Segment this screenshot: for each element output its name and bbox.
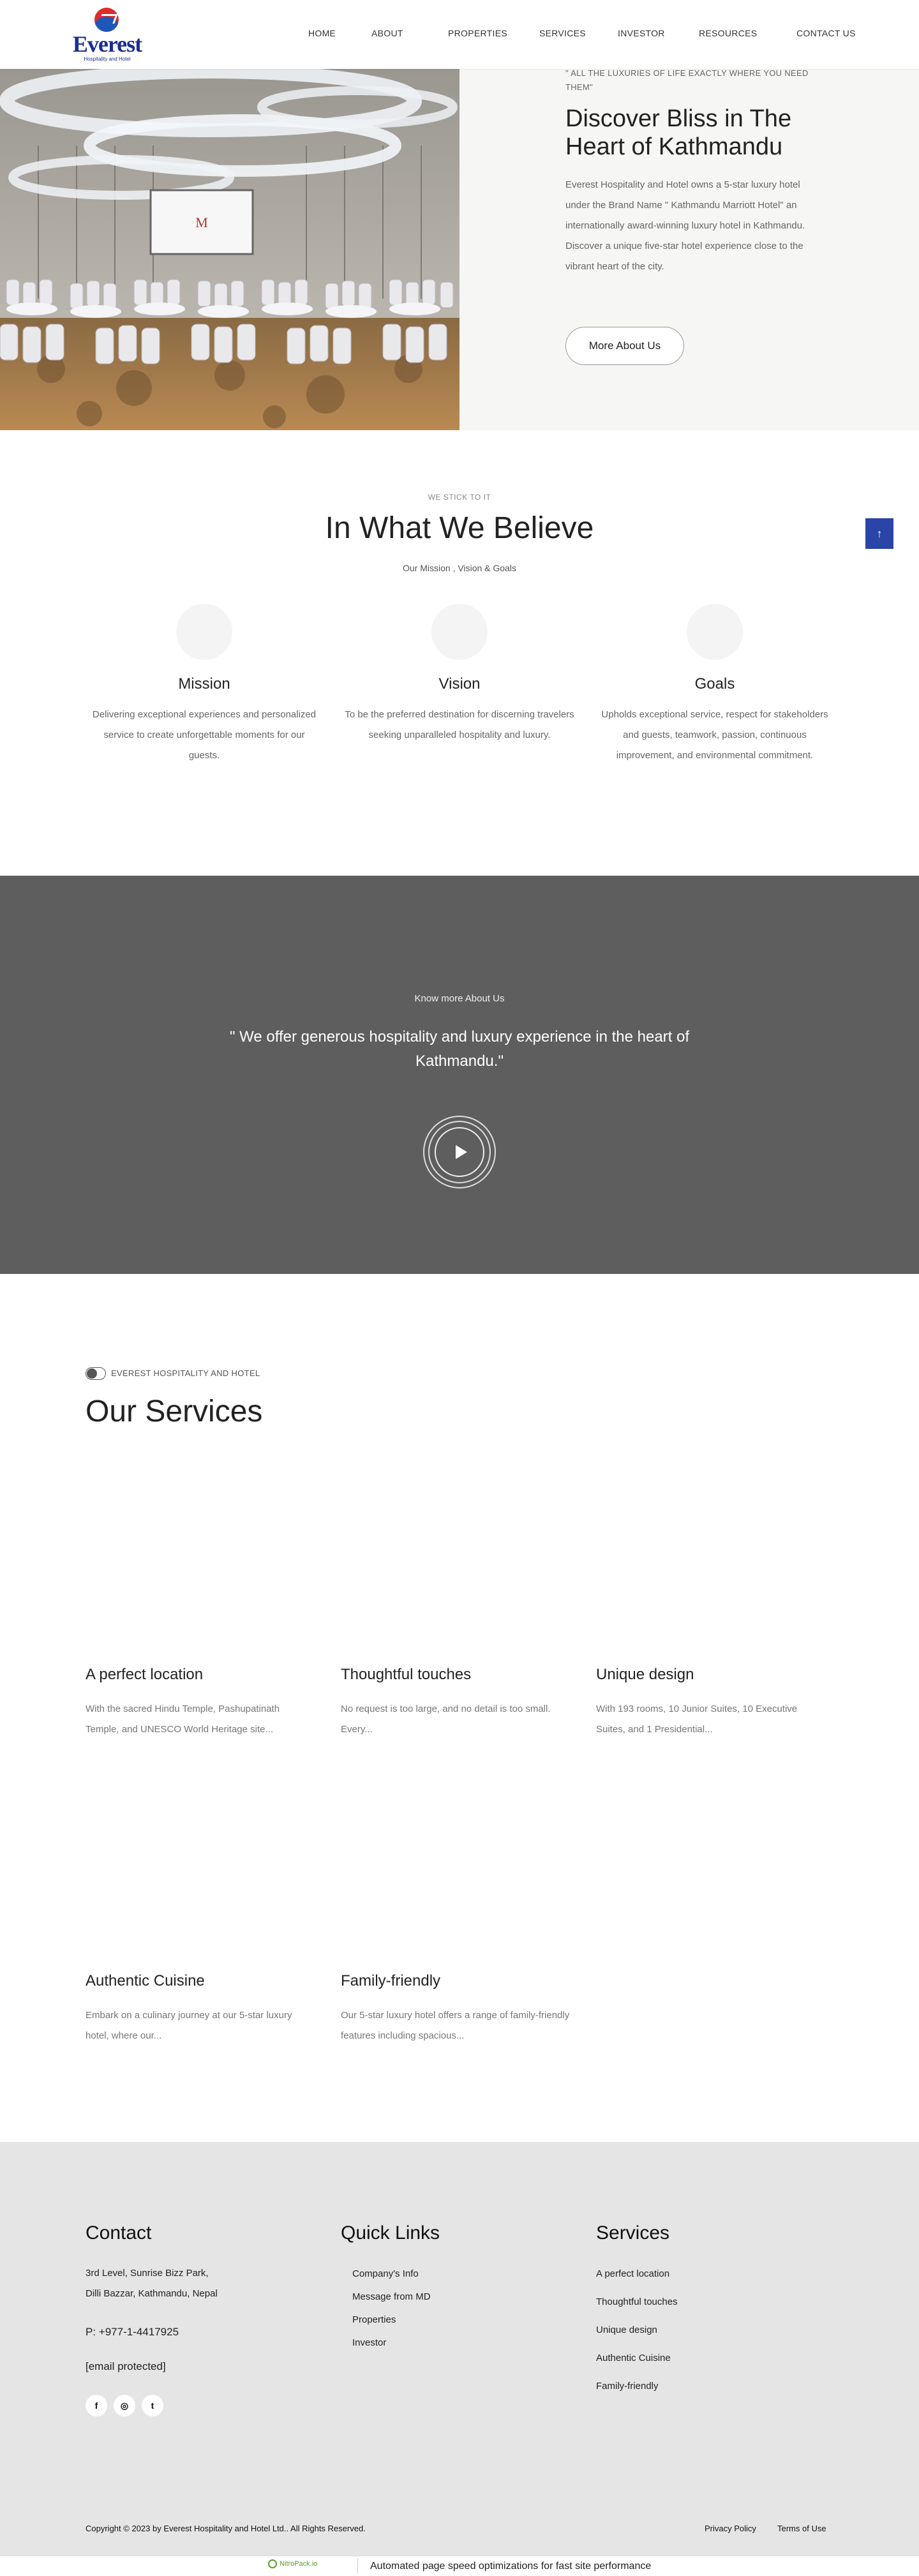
nav-services[interactable]: SERVICES bbox=[539, 28, 586, 38]
instagram-icon[interactable]: ◎ bbox=[114, 2395, 135, 2416]
nitropack-text: Automated page speed optimizations for f… bbox=[370, 2561, 652, 2572]
vision-icon bbox=[431, 604, 488, 660]
hero-title: Discover Bliss in The Heart of Kathmandu bbox=[565, 105, 792, 160]
site-footer bbox=[0, 2142, 919, 2563]
goals-icon bbox=[687, 604, 743, 660]
footer-link-properties[interactable]: Properties bbox=[352, 2314, 396, 2325]
facebook-icon[interactable]: f bbox=[86, 2395, 107, 2416]
play-icon bbox=[456, 1145, 467, 1159]
footer-service-link[interactable]: A perfect location bbox=[596, 2268, 669, 2279]
footer-services-heading: Services bbox=[596, 2222, 670, 2243]
hero-description: Everest Hospitality and Hotel owns a 5-s… bbox=[565, 179, 805, 272]
service-card-title[interactable]: Family-friendly bbox=[341, 1972, 571, 1990]
footer-email[interactable]: [email protected] bbox=[86, 2356, 166, 2377]
services-tag: EVEREST HOSPITALITY AND HOTEL bbox=[111, 1368, 260, 1378]
hero-ballroom-image: M bbox=[0, 69, 459, 430]
service-card-title[interactable]: Thoughtful touches bbox=[341, 1666, 571, 1684]
about-band-tag: Know more About Us bbox=[414, 993, 505, 1004]
footer-link-company-info[interactable]: Company's Info bbox=[352, 2268, 419, 2279]
check-icon bbox=[268, 2559, 277, 2568]
more-about-us-button[interactable]: More About Us bbox=[565, 327, 684, 365]
nav-contact-us[interactable]: CONTACT US bbox=[796, 28, 856, 38]
believe-title: In What We Believe bbox=[325, 511, 594, 545]
privacy-policy-link[interactable]: Privacy Policy bbox=[705, 2524, 756, 2533]
service-card-text: No request is too large, and no detail i… bbox=[341, 1704, 551, 1735]
services-title: Our Services bbox=[86, 1395, 263, 1428]
nav-resources[interactable]: RESOURCES bbox=[699, 28, 757, 38]
vision-text: To be the preferred destination for disc… bbox=[345, 709, 574, 740]
service-card-title[interactable]: Unique design bbox=[596, 1666, 826, 1684]
site-header: Everest Hospitality and Hotel HOME ABOUT… bbox=[0, 0, 919, 69]
hero-tagline: " ALL THE LUXURIES OF LIFE EXACTLY WHERE… bbox=[565, 68, 809, 92]
twitter-icon[interactable]: t bbox=[142, 2395, 163, 2416]
footer-address-line1: 3rd Level, Sunrise Bizz Park, bbox=[86, 2268, 209, 2279]
logo-mountain-icon bbox=[94, 8, 119, 32]
nitropack-badge[interactable]: NitroPack.io bbox=[268, 2559, 317, 2568]
footer-service-link[interactable]: Unique design bbox=[596, 2325, 657, 2335]
nav-home[interactable]: HOME bbox=[308, 28, 336, 38]
service-card-title[interactable]: Authentic Cuisine bbox=[86, 1972, 315, 1990]
service-card-text: With the sacred Hindu Temple, Pashupatin… bbox=[86, 1704, 280, 1735]
service-card-text: With 193 rooms, 10 Junior Suites, 10 Exe… bbox=[596, 1704, 798, 1735]
brand-name: Everest bbox=[72, 31, 142, 57]
brand-logo[interactable]: Everest Hospitality and Hotel bbox=[71, 8, 143, 62]
scroll-to-top-button[interactable]: ↑ bbox=[865, 518, 893, 549]
believe-subtitle: Our Mission , Vision & Goals bbox=[403, 563, 516, 573]
footer-contact-heading: Contact bbox=[86, 2222, 152, 2243]
mission-text: Delivering exceptional experiences and p… bbox=[92, 709, 317, 761]
about-band-quote: " We offer generous hospitality and luxu… bbox=[229, 1028, 690, 1070]
footer-service-link[interactable]: Authentic Cuisine bbox=[596, 2353, 671, 2363]
believe-tag: WE STICK TO IT bbox=[428, 493, 491, 502]
nav-investor[interactable]: INVESTOR bbox=[618, 28, 665, 38]
nav-about[interactable]: ABOUT bbox=[371, 28, 403, 38]
screen-logo: M bbox=[195, 214, 208, 230]
footer-link-investor[interactable]: Investor bbox=[352, 2337, 386, 2348]
vision-title: Vision bbox=[438, 675, 481, 693]
footer-quick-links-heading: Quick Links bbox=[341, 2222, 440, 2243]
footer-link-message-from-md[interactable]: Message from MD bbox=[352, 2291, 431, 2302]
about-video-band bbox=[0, 876, 919, 1274]
nitropack-divider bbox=[357, 2558, 358, 2573]
goals-title: Goals bbox=[694, 675, 735, 693]
terms-of-use-link[interactable]: Terms of Use bbox=[777, 2524, 826, 2533]
service-card-text: Our 5-star luxury hotel offers a range o… bbox=[341, 2010, 570, 2041]
brand-tagline: Hospitality and Hotel bbox=[84, 56, 131, 62]
service-card-text: Embark on a culinary journey at our 5-st… bbox=[86, 2010, 292, 2041]
footer-service-link[interactable]: Family-friendly bbox=[596, 2381, 659, 2392]
mission-title: Mission bbox=[178, 675, 230, 693]
services-toggle-icon bbox=[86, 1367, 106, 1380]
footer-address-line2: Dilli Bazzar, Kathmandu, Nepal bbox=[86, 2288, 218, 2299]
footer-service-link[interactable]: Thoughtful touches bbox=[596, 2296, 678, 2307]
nav-properties[interactable]: PROPERTIES bbox=[448, 28, 507, 38]
nitropack-badge-label: NitroPack.io bbox=[280, 2559, 318, 2568]
mission-icon bbox=[176, 604, 232, 660]
goals-text: Upholds exceptional service, respect for… bbox=[601, 709, 828, 761]
service-card-title[interactable]: A perfect location bbox=[86, 1666, 315, 1684]
copyright-text: Copyright © 2023 by Everest Hospitality … bbox=[86, 2524, 366, 2533]
footer-phone[interactable]: P: +977-1-4417925 bbox=[86, 2322, 179, 2342]
